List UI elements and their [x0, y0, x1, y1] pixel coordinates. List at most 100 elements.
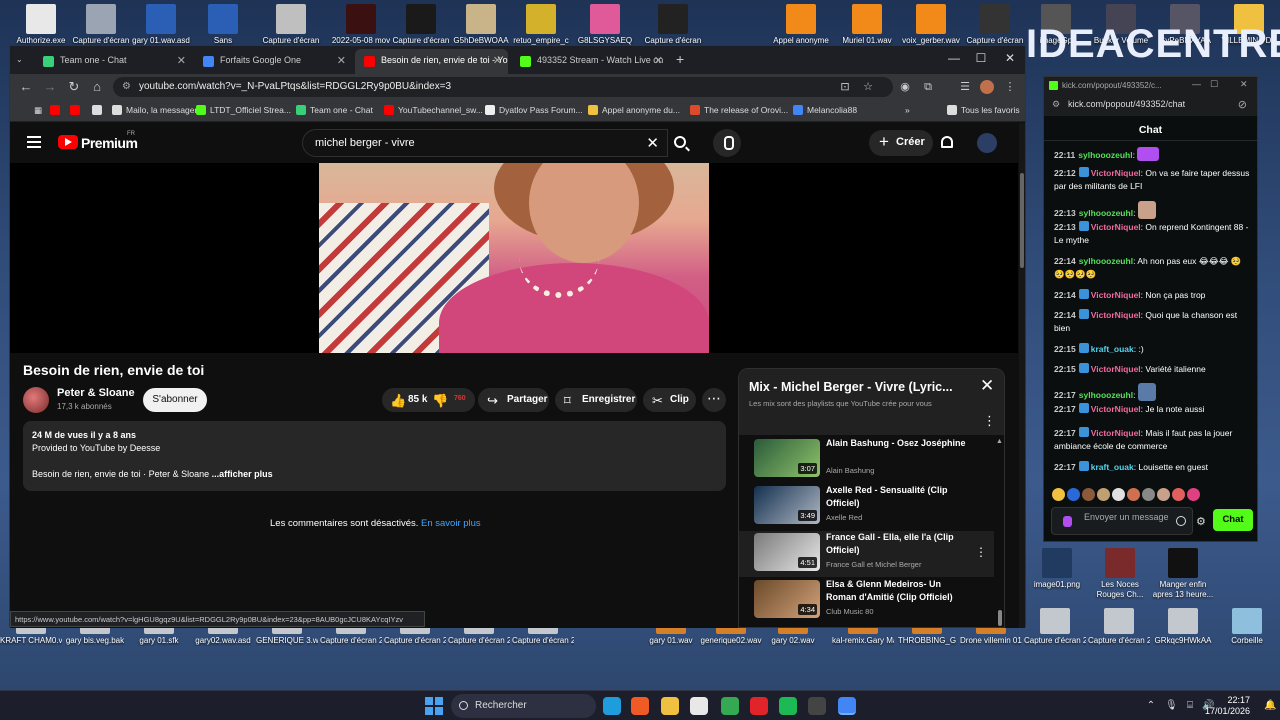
back-arrow-icon[interactable]: ← [18, 79, 34, 94]
search-input[interactable]: michel berger - vivre ✕ [302, 129, 668, 157]
subscribe-button[interactable]: S'abonner [143, 388, 207, 412]
desktop-icon[interactable]: Authorize.exe [10, 4, 72, 46]
playlist-item-menu-icon[interactable]: ⋮ [975, 545, 987, 559]
tab-close-icon[interactable]: ✕ [337, 54, 346, 67]
emote-icon[interactable] [1187, 488, 1200, 501]
playlist-item[interactable]: Vanessa Paradis - Joe Le Taxi [739, 625, 994, 628]
all-bookmarks-folder[interactable]: Tous les favoris [947, 105, 1020, 115]
close-window-icon[interactable]: ✕ [996, 51, 1024, 65]
chat-send-button[interactable]: Chat [1213, 509, 1253, 531]
desktop-icon[interactable]: 2022-05-08 mov [330, 4, 392, 46]
hamburger-menu-icon[interactable] [27, 136, 41, 148]
chat-username[interactable]: VictorNiquel [1091, 364, 1141, 374]
menu-dots-icon[interactable]: ⋮ [1003, 80, 1017, 94]
desktop-icon[interactable]: Manger enfin apres 13 heure... [1152, 548, 1214, 600]
mix-title[interactable]: Mix - Michel Berger - Vivre (Lyric... [749, 380, 959, 394]
search-icon[interactable] [674, 136, 686, 148]
desktop-icon[interactable]: Capture d'écran 2025-01-10 02 [1088, 608, 1150, 646]
url-field[interactable]: ⚙ youtube.com/watch?v=_N-PvaLPtqs&list=R… [113, 77, 893, 97]
desktop-icon[interactable]: retuo_empire_c [510, 4, 572, 46]
page-scrollbar[interactable] [1019, 123, 1025, 628]
notifications-bell-icon[interactable] [941, 136, 953, 148]
playlist-item-thumbnail[interactable] [754, 627, 820, 628]
close-playlist-icon[interactable]: ✕ [980, 376, 994, 396]
minimize-icon[interactable]: — [940, 51, 968, 65]
emote-icon[interactable] [1172, 488, 1185, 501]
tab-close-icon[interactable]: ✕ [177, 54, 186, 67]
desktop-icon[interactable]: G5hDeBWOAA [450, 4, 512, 46]
chat-username[interactable]: VictorNiquel [1091, 428, 1141, 438]
kick-maximize-icon[interactable]: ☐ [1210, 79, 1218, 90]
emote-icon[interactable] [1097, 488, 1110, 501]
create-button[interactable]: + Créer [869, 130, 933, 156]
show-more-link[interactable]: ...afficher plus [212, 469, 273, 479]
desktop-icon[interactable]: Capture d'écran [70, 4, 132, 46]
emote-icon[interactable] [1052, 488, 1065, 501]
taskbar-app-brave-icon[interactable] [631, 697, 649, 715]
taskbar-app-chrome-icon[interactable] [721, 697, 739, 715]
emote-icon[interactable] [1112, 488, 1125, 501]
like-dislike-button[interactable]: 👍 85 k 👎 760 [382, 388, 475, 412]
emote-icon[interactable] [1157, 488, 1170, 501]
account-avatar[interactable] [977, 133, 997, 153]
chat-username[interactable]: VictorNiquel [1091, 222, 1141, 232]
kick-close-icon[interactable]: ✕ [1240, 79, 1248, 90]
home-icon[interactable]: ⌂ [89, 79, 105, 94]
eye-off-icon[interactable]: ⊘ [1238, 98, 1247, 111]
bookmark-item[interactable]: The release of Orovi... [690, 105, 788, 115]
tray-chevron-icon[interactable]: ⌃ [1145, 700, 1157, 712]
playlist-item[interactable]: 3:07 Alain Bashung - Osez Joséphine Alain … [739, 437, 994, 483]
maximize-icon[interactable]: ☐ [967, 51, 995, 65]
extension-icon[interactable]: ◉ [898, 80, 912, 94]
youtube-premium-logo[interactable]: Premium [81, 135, 138, 151]
taskbar-app-opera-icon[interactable] [750, 697, 768, 715]
desktop-icon[interactable]: gary 01.wav.asd [130, 4, 192, 46]
page-scrollbar-thumb[interactable] [1020, 173, 1024, 268]
chat-username[interactable]: kraft_ouak [1091, 344, 1134, 354]
browser-tab[interactable]: Team one - Chat ✕ [34, 49, 192, 74]
taskbar-app-spotify-icon[interactable] [779, 697, 797, 715]
kick-url-bar[interactable]: ⚙ kick.com/popout/493352/chat ⊘ [1044, 94, 1257, 116]
playlist-item[interactable]: 3:49 Axelle Red - Sensualité (Clip Offici… [739, 484, 994, 530]
desktop-icon[interactable]: Muriel 01.wav [836, 4, 898, 46]
desktop-icon[interactable]: voix_gerber.wav [900, 4, 962, 46]
bookmark-star-icon[interactable]: ☆ [861, 80, 875, 94]
emote-icon[interactable] [1127, 488, 1140, 501]
chat-username[interactable]: kraft_ouak [1091, 462, 1134, 472]
site-info-icon[interactable]: ⚙ [122, 81, 131, 92]
desktop-icon[interactable]: Capture d'écran [642, 4, 704, 46]
playlist-item-thumbnail[interactable]: 4:51 [754, 533, 820, 571]
chat-username[interactable]: VictorNiquel [1091, 290, 1141, 300]
emote-icon[interactable] [1082, 488, 1095, 501]
taskbar-app-chrome-active-icon[interactable] [838, 697, 856, 715]
scroll-up-icon[interactable]: ▲ [996, 438, 1003, 445]
chat-settings-gear-icon[interactable]: ⚙ [1196, 515, 1206, 528]
desktop-icon[interactable]: GRkqc9HWkAA [1152, 608, 1214, 646]
bookmark-item[interactable]: Melancolia88 [793, 105, 857, 115]
site-info-icon[interactable]: ⚙ [1052, 99, 1060, 110]
desktop-icon[interactable]: Capture d'écran [390, 4, 452, 46]
tab-close-icon[interactable]: ✕ [493, 54, 502, 67]
playlist-item[interactable]: 4:51 France Gall - Ella, elle l'a (Clip O… [739, 531, 994, 577]
taskbar-app-files-icon[interactable] [661, 697, 679, 715]
new-tab-button[interactable]: + [673, 49, 689, 74]
microphone-tray-icon[interactable]: 🎙 [1165, 700, 1178, 712]
desktop-icon[interactable]: Capture d'écran 2025-11-29 20 [1024, 608, 1086, 646]
desktop-icon[interactable]: Appel anonyme [770, 4, 832, 46]
browser-tab[interactable]: Forfaits Google One ✕ [194, 49, 352, 74]
tab-close-icon[interactable]: ✕ [654, 54, 663, 67]
taskbar-clock[interactable]: 22:17 17/01/2026 [1205, 695, 1250, 717]
playlist-menu-icon[interactable]: ⋮ [983, 413, 996, 429]
profile-avatar[interactable] [980, 80, 994, 94]
bookmark-item[interactable]: Dyatlov Pass Forum... [485, 105, 583, 115]
youtube-logo-icon[interactable] [58, 135, 78, 149]
clear-search-icon[interactable]: ✕ [646, 134, 659, 152]
clip-button[interactable]: ✂ Clip [643, 388, 696, 412]
desktop-icon[interactable]: Corbeille [1216, 608, 1278, 646]
save-button[interactable]: ⌑ Enregistrer [555, 388, 637, 412]
bookmark-item[interactable]: Team one - Chat [296, 105, 373, 115]
windows-start-icon[interactable] [425, 697, 443, 715]
thumbs-down-icon[interactable]: 👎 [432, 393, 448, 409]
playlist-scrollbar[interactable]: ▲ [996, 438, 1003, 626]
media-icon[interactable]: ☰ [958, 80, 972, 94]
